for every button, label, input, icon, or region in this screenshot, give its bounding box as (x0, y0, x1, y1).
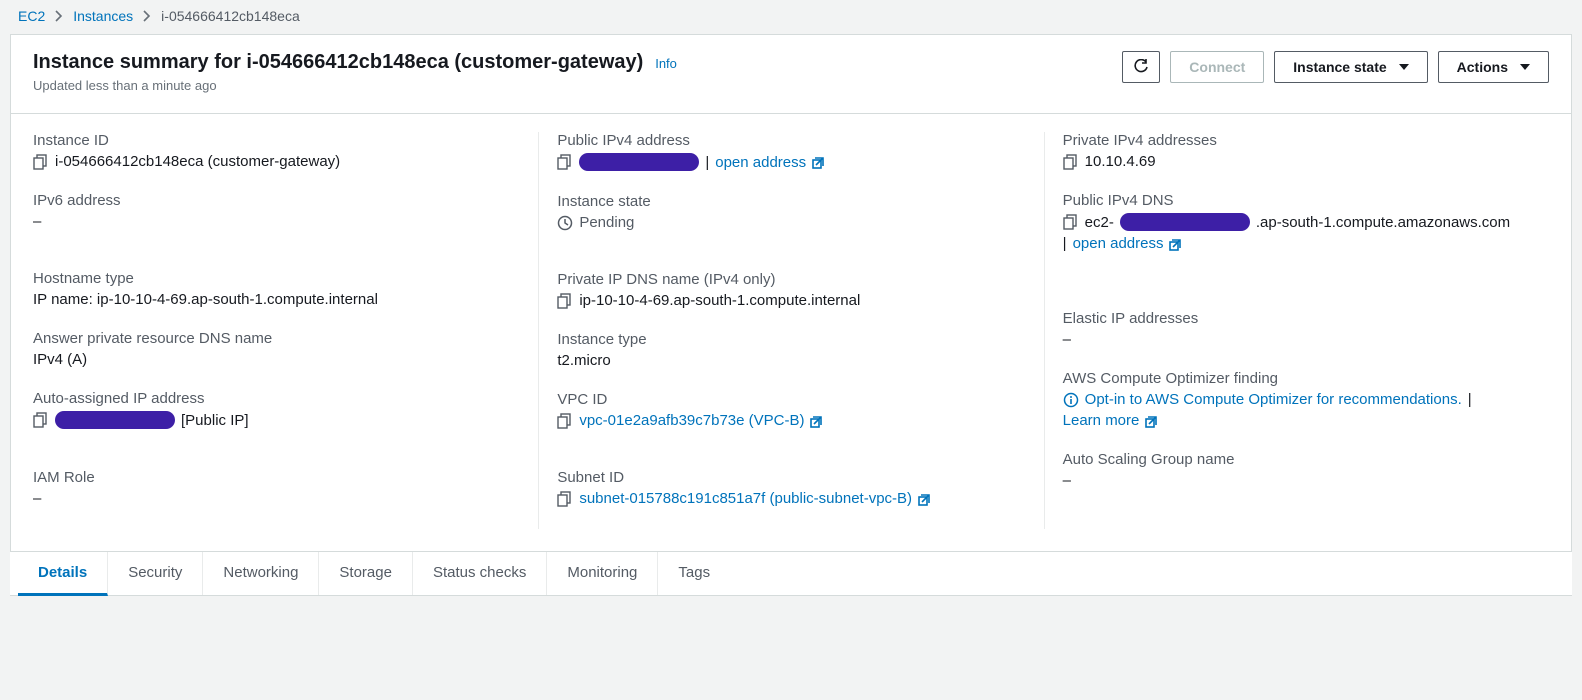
redacted-ip (579, 153, 699, 171)
redacted-ip (55, 411, 175, 429)
tab-storage[interactable]: Storage (319, 552, 413, 595)
breadcrumb-ec2[interactable]: EC2 (18, 8, 45, 24)
iam-role-value: – (33, 490, 520, 507)
external-link-icon (1145, 414, 1159, 428)
divider-bar: | (705, 154, 709, 171)
answer-dns-value: IPv4 (A) (33, 351, 520, 368)
redacted-dns (1120, 213, 1250, 231)
tab-monitoring[interactable]: Monitoring (547, 552, 658, 595)
tab-status-checks[interactable]: Status checks (413, 552, 547, 595)
learn-more-link[interactable]: Learn more (1063, 412, 1140, 429)
asg-label: Auto Scaling Group name (1063, 451, 1531, 468)
copy-icon[interactable] (557, 491, 573, 507)
elastic-ip-label: Elastic IP addresses (1063, 310, 1531, 327)
updated-subtitle: Updated less than a minute ago (33, 78, 677, 93)
copy-icon[interactable] (1063, 154, 1079, 170)
refresh-icon (1133, 59, 1149, 75)
connect-button[interactable]: Connect (1170, 51, 1264, 83)
divider-bar: | (1468, 391, 1472, 408)
breadcrumb: EC2 Instances i-054666412cb148eca (0, 0, 1582, 34)
optimizer-opt-in-link[interactable]: Opt-in to AWS Compute Optimizer for reco… (1085, 391, 1462, 408)
breadcrumb-instances[interactable]: Instances (73, 8, 133, 24)
column-1: Instance ID i-054666412cb148eca (custome… (33, 132, 538, 529)
instance-state-label: Instance state (557, 193, 1025, 210)
public-dns-label: Public IPv4 DNS (1063, 192, 1531, 209)
external-link-icon (1169, 237, 1183, 251)
copy-icon[interactable] (557, 154, 573, 170)
public-dns-prefix: ec2- (1085, 214, 1114, 231)
instance-state-value: Pending (579, 214, 634, 231)
optimizer-label: AWS Compute Optimizer finding (1063, 370, 1531, 387)
action-row: Connect Instance state Actions (1122, 51, 1549, 83)
copy-icon[interactable] (557, 413, 573, 429)
column-3: Private IPv4 addresses 10.10.4.69 Public… (1044, 132, 1549, 529)
details-grid: Instance ID i-054666412cb148eca (custome… (11, 114, 1571, 551)
private-dns-value: ip-10-10-4-69.ap-south-1.compute.interna… (579, 292, 860, 309)
auto-ip-suffix: [Public IP] (181, 412, 249, 429)
private-dns-label: Private IP DNS name (IPv4 only) (557, 271, 1025, 288)
pending-icon (557, 215, 573, 231)
vpc-link[interactable]: vpc-01e2a9afb39c7b73e (VPC-B) (579, 412, 804, 429)
info-link[interactable]: Info (655, 56, 677, 71)
chevron-right-icon (55, 10, 63, 22)
instance-state-label: Instance state (1293, 59, 1386, 75)
external-link-icon (810, 414, 824, 428)
ipv6-label: IPv6 address (33, 192, 520, 209)
copy-icon[interactable] (33, 412, 49, 428)
caret-down-icon (1399, 64, 1409, 70)
private-ipv4-value: 10.10.4.69 (1085, 153, 1156, 170)
column-2: Public IPv4 address | open address Insta… (538, 132, 1043, 529)
iam-role-label: IAM Role (33, 469, 520, 486)
open-address-link[interactable]: open address (1073, 235, 1164, 252)
public-dns-suffix: .ap-south-1.compute.amazonaws.com (1256, 214, 1510, 231)
tab-tags[interactable]: Tags (658, 552, 730, 595)
tab-security[interactable]: Security (108, 552, 203, 595)
divider-bar: | (1063, 235, 1067, 252)
tab-networking[interactable]: Networking (203, 552, 319, 595)
instance-id-value: i-054666412cb148eca (customer-gateway) (55, 153, 340, 170)
title-block: Instance summary for i-054666412cb148eca… (33, 51, 677, 93)
info-icon (1063, 392, 1079, 408)
page-title: Instance summary for i-054666412cb148eca… (33, 51, 643, 73)
actions-button[interactable]: Actions (1438, 51, 1549, 83)
answer-dns-label: Answer private resource DNS name (33, 330, 520, 347)
external-link-icon (812, 155, 826, 169)
subnet-link[interactable]: subnet-015788c191c851a7f (public-subnet-… (579, 490, 912, 507)
subnet-id-label: Subnet ID (557, 469, 1025, 486)
hostname-type-label: Hostname type (33, 270, 520, 287)
hostname-type-value: IP name: ip-10-10-4-69.ap-south-1.comput… (33, 291, 520, 308)
caret-down-icon (1520, 64, 1530, 70)
tab-details[interactable]: Details (18, 552, 108, 596)
elastic-ip-value: – (1063, 331, 1531, 348)
instance-type-label: Instance type (557, 331, 1025, 348)
copy-icon[interactable] (1063, 214, 1079, 230)
auto-ip-label: Auto-assigned IP address (33, 390, 520, 407)
refresh-button[interactable] (1122, 51, 1160, 83)
tabs-row: Details Security Networking Storage Stat… (10, 552, 1572, 596)
actions-label: Actions (1457, 59, 1508, 75)
private-ipv4-label: Private IPv4 addresses (1063, 132, 1531, 149)
ipv6-value: – (33, 213, 520, 230)
open-address-link[interactable]: open address (715, 154, 806, 171)
chevron-right-icon (143, 10, 151, 22)
instance-id-label: Instance ID (33, 132, 520, 149)
instance-type-value: t2.micro (557, 352, 1025, 369)
asg-value: – (1063, 472, 1531, 489)
panel-header: Instance summary for i-054666412cb148eca… (11, 35, 1571, 114)
copy-icon[interactable] (557, 293, 573, 309)
instance-summary-panel: Instance summary for i-054666412cb148eca… (10, 34, 1572, 552)
instance-state-button[interactable]: Instance state (1274, 51, 1427, 83)
external-link-icon (918, 492, 932, 506)
copy-icon[interactable] (33, 154, 49, 170)
breadcrumb-current: i-054666412cb148eca (161, 8, 300, 24)
public-ipv4-label: Public IPv4 address (557, 132, 1025, 149)
vpc-id-label: VPC ID (557, 391, 1025, 408)
